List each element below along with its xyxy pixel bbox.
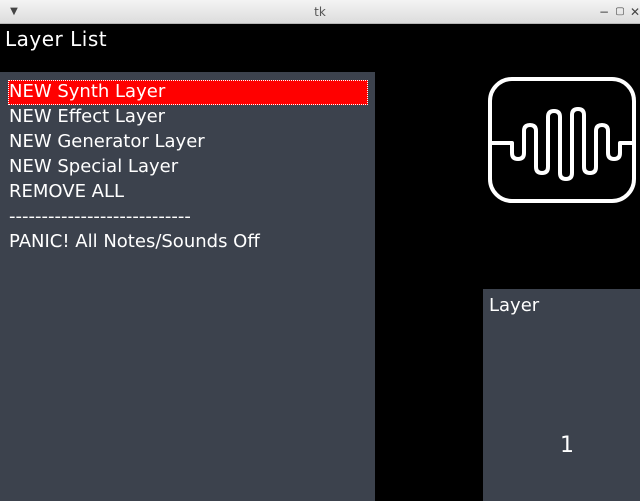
window-title: tk: [314, 5, 326, 19]
list-item-remove-all[interactable]: REMOVE ALL: [8, 180, 368, 205]
window-titlebar: ▼ tk − ▢ ✕: [0, 0, 640, 24]
close-icon[interactable]: ✕: [627, 4, 640, 20]
waveform-icon: [488, 77, 636, 203]
list-item-panic[interactable]: PANIC! All Notes/Sounds Off: [8, 230, 368, 255]
list-item-new-generator-layer[interactable]: NEW Generator Layer: [8, 130, 368, 155]
layer-list-panel: NEW Synth Layer NEW Effect Layer NEW Gen…: [0, 72, 375, 501]
list-item-new-special-layer[interactable]: NEW Special Layer: [8, 155, 368, 180]
layer-label: Layer: [489, 295, 540, 316]
layer-number: 1: [560, 433, 574, 458]
minimize-icon[interactable]: −: [596, 4, 612, 20]
list-separator[interactable]: ----------------------------: [8, 205, 368, 230]
maximize-icon[interactable]: ▢: [612, 4, 628, 20]
list-item-new-effect-layer[interactable]: NEW Effect Layer: [8, 105, 368, 130]
layer-list[interactable]: NEW Synth Layer NEW Effect Layer NEW Gen…: [0, 72, 375, 255]
layer-panel: Layer 1: [483, 289, 640, 501]
page-title: Layer List: [5, 27, 108, 51]
list-item-new-synth-layer[interactable]: NEW Synth Layer: [8, 80, 368, 105]
